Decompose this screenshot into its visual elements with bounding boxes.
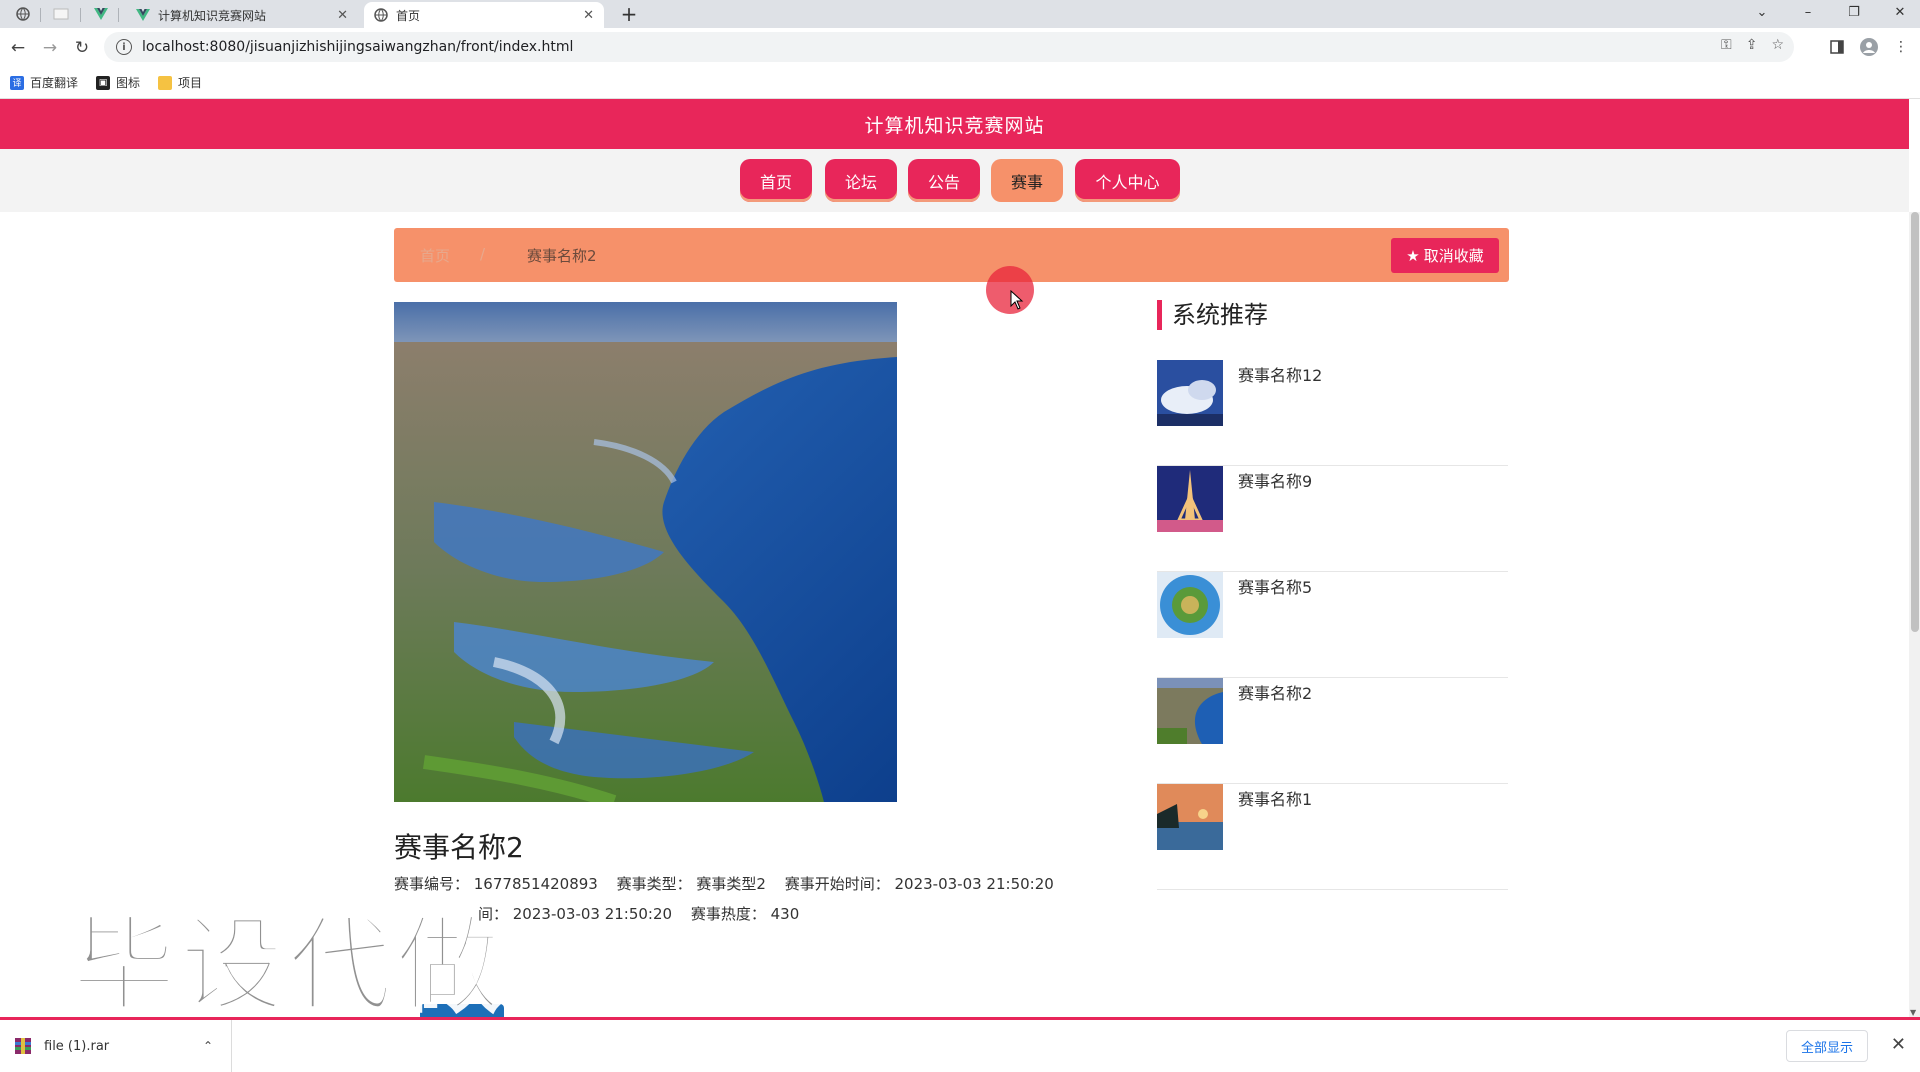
forward-icon[interactable]: → [38, 36, 62, 60]
tab-search-dropdown-icon[interactable]: ⌄ [1742, 0, 1782, 24]
recommend-name: 赛事名称1 [1238, 790, 1313, 809]
event-type: 赛事类型： 赛事类型2 [616, 875, 766, 893]
window-close-icon[interactable]: ✕ [1880, 0, 1920, 24]
tab-title: 首页 [396, 8, 421, 23]
rar-file-icon [15, 1038, 31, 1054]
recommend-name: 赛事名称9 [1238, 472, 1313, 491]
menu-kebab-icon[interactable]: ⋮ [1890, 36, 1912, 58]
recommend-thumb [1157, 678, 1223, 744]
site-nav: 首页 论坛 公告 赛事 个人中心 [0, 149, 1909, 212]
new-tab-button[interactable]: + [616, 2, 642, 26]
minimize-icon[interactable]: – [1788, 0, 1828, 24]
breadcrumb: 首页 / 赛事名称2 ★ 取消收藏 [394, 228, 1509, 282]
download-item[interactable]: file (1).rar ⌃ [0, 1020, 232, 1072]
side-panel-icon[interactable] [1826, 36, 1848, 58]
bookmark-baidu-translate[interactable]: 译 百度翻译 [10, 74, 78, 91]
recommend-item[interactable]: 赛事名称9 [1157, 466, 1508, 572]
download-filename: file (1).rar [44, 1038, 110, 1054]
key-icon[interactable]: ⚿ [1721, 37, 1732, 53]
bookmarks-bar: 译 百度翻译 ▣ 图标 项目 [0, 67, 1920, 99]
unfavorite-button[interactable]: ★ 取消收藏 [1391, 238, 1499, 273]
recommend-item[interactable]: 赛事名称12 [1157, 360, 1508, 466]
address-bar: ← → ↻ i localhost:8080/jisuanjizhishijin… [0, 28, 1920, 67]
watermark-overlay: 毕设代做 [70, 903, 505, 1028]
share-icon[interactable]: ⇪ [1746, 37, 1758, 53]
star-bookmark-icon[interactable]: ☆ [1771, 37, 1784, 53]
event-meta-line-2: 间： 2023-03-03 21:50:20 赛事热度： 430 [478, 903, 813, 924]
recommend-title: 系统推荐 [1157, 300, 1268, 330]
vue-icon [136, 9, 150, 21]
close-tab-icon[interactable]: ✕ [337, 8, 348, 23]
event-title: 赛事名称2 [394, 831, 524, 864]
star-icon: ★ [1406, 246, 1420, 265]
nav-forum[interactable]: 论坛 [825, 159, 897, 202]
breadcrumb-separator: / [480, 245, 486, 263]
site-header: 计算机知识竞赛网站 [0, 99, 1909, 149]
event-start-time: 赛事开始时间： 2023-03-03 21:50:20 [784, 875, 1054, 893]
nav-notice[interactable]: 公告 [908, 159, 980, 202]
bookmark-projects[interactable]: 项目 [158, 74, 202, 91]
bookmark-label: 图标 [116, 76, 141, 90]
tab-title: 计算机知识竞赛网站 [158, 8, 267, 23]
omnibox[interactable]: i localhost:8080/jisuanjizhishijingsaiwa… [104, 32, 1794, 62]
chevron-up-icon[interactable]: ⌃ [203, 1039, 213, 1053]
profile-avatar-icon[interactable] [1858, 36, 1880, 58]
tab-site[interactable]: 计算机知识竞赛网站 ✕ [126, 2, 358, 28]
globe-tab-icon[interactable] [10, 4, 36, 24]
vue-tab-icon[interactable] [88, 4, 114, 24]
event-popularity: 赛事热度： 430 [690, 905, 800, 923]
back-icon[interactable]: ← [6, 36, 30, 60]
recommend-item[interactable]: 赛事名称2 [1157, 678, 1508, 784]
tab-home[interactable]: 首页 ✕ [364, 2, 604, 28]
recommend-item[interactable]: 赛事名称5 [1157, 572, 1508, 678]
restore-icon[interactable]: ❐ [1834, 0, 1874, 24]
unfavorite-label: 取消收藏 [1423, 247, 1484, 265]
cursor-arrow-icon [1010, 290, 1024, 310]
nav-events[interactable]: 赛事 [991, 159, 1063, 202]
recommend-name: 赛事名称12 [1238, 366, 1323, 385]
globe-icon [374, 8, 388, 22]
recommend-thumb [1157, 466, 1223, 532]
close-tab-icon[interactable]: ✕ [583, 8, 594, 23]
site-title: 计算机知识竞赛网站 [864, 114, 1045, 137]
url-text[interactable]: localhost:8080/jisuanjizhishijingsaiwang… [142, 39, 573, 55]
recommend-thumb [1157, 572, 1223, 638]
nav-profile[interactable]: 个人中心 [1075, 159, 1180, 202]
recommend-thumb [1157, 784, 1223, 850]
downloads-bar: file (1).rar ⌃ 全部显示 ✕ [0, 1017, 1920, 1072]
show-all-downloads-button[interactable]: 全部显示 [1785, 1030, 1868, 1062]
folder-icon [158, 75, 173, 90]
translate-icon: 译 [10, 75, 24, 90]
event-main-image [394, 302, 897, 802]
info-icon[interactable]: i [116, 39, 132, 55]
breadcrumb-current: 赛事名称2 [527, 247, 597, 265]
bookmark-label: 项目 [178, 76, 203, 90]
scrollbar-thumb[interactable] [1911, 212, 1919, 632]
recommend-name: 赛事名称5 [1238, 578, 1313, 597]
nav-home[interactable]: 首页 [740, 159, 812, 202]
page-scrollbar[interactable]: ▼ [1909, 212, 1920, 1017]
recommend-name: 赛事名称2 [1238, 684, 1313, 703]
reload-icon[interactable]: ↻ [70, 36, 94, 60]
browser-tab-bar: 计算机知识竞赛网站 ✕ 首页 ✕ + ⌄ – ❐ ✕ [0, 0, 1920, 28]
close-downloads-icon[interactable]: ✕ [1891, 1034, 1906, 1055]
image-icon: ▣ [96, 75, 111, 90]
recommend-item[interactable]: 赛事名称1 [1157, 784, 1508, 890]
blank-tab-icon[interactable] [48, 4, 74, 24]
recommend-thumb [1157, 360, 1223, 426]
breadcrumb-home-link[interactable]: 首页 [420, 245, 450, 266]
scroll-down-arrow-icon[interactable]: ▼ [1910, 1008, 1916, 1017]
event-end-time: 间： 2023-03-03 21:50:20 [478, 905, 673, 923]
bookmark-label: 百度翻译 [30, 76, 79, 90]
bookmark-icons[interactable]: ▣ 图标 [96, 74, 140, 91]
